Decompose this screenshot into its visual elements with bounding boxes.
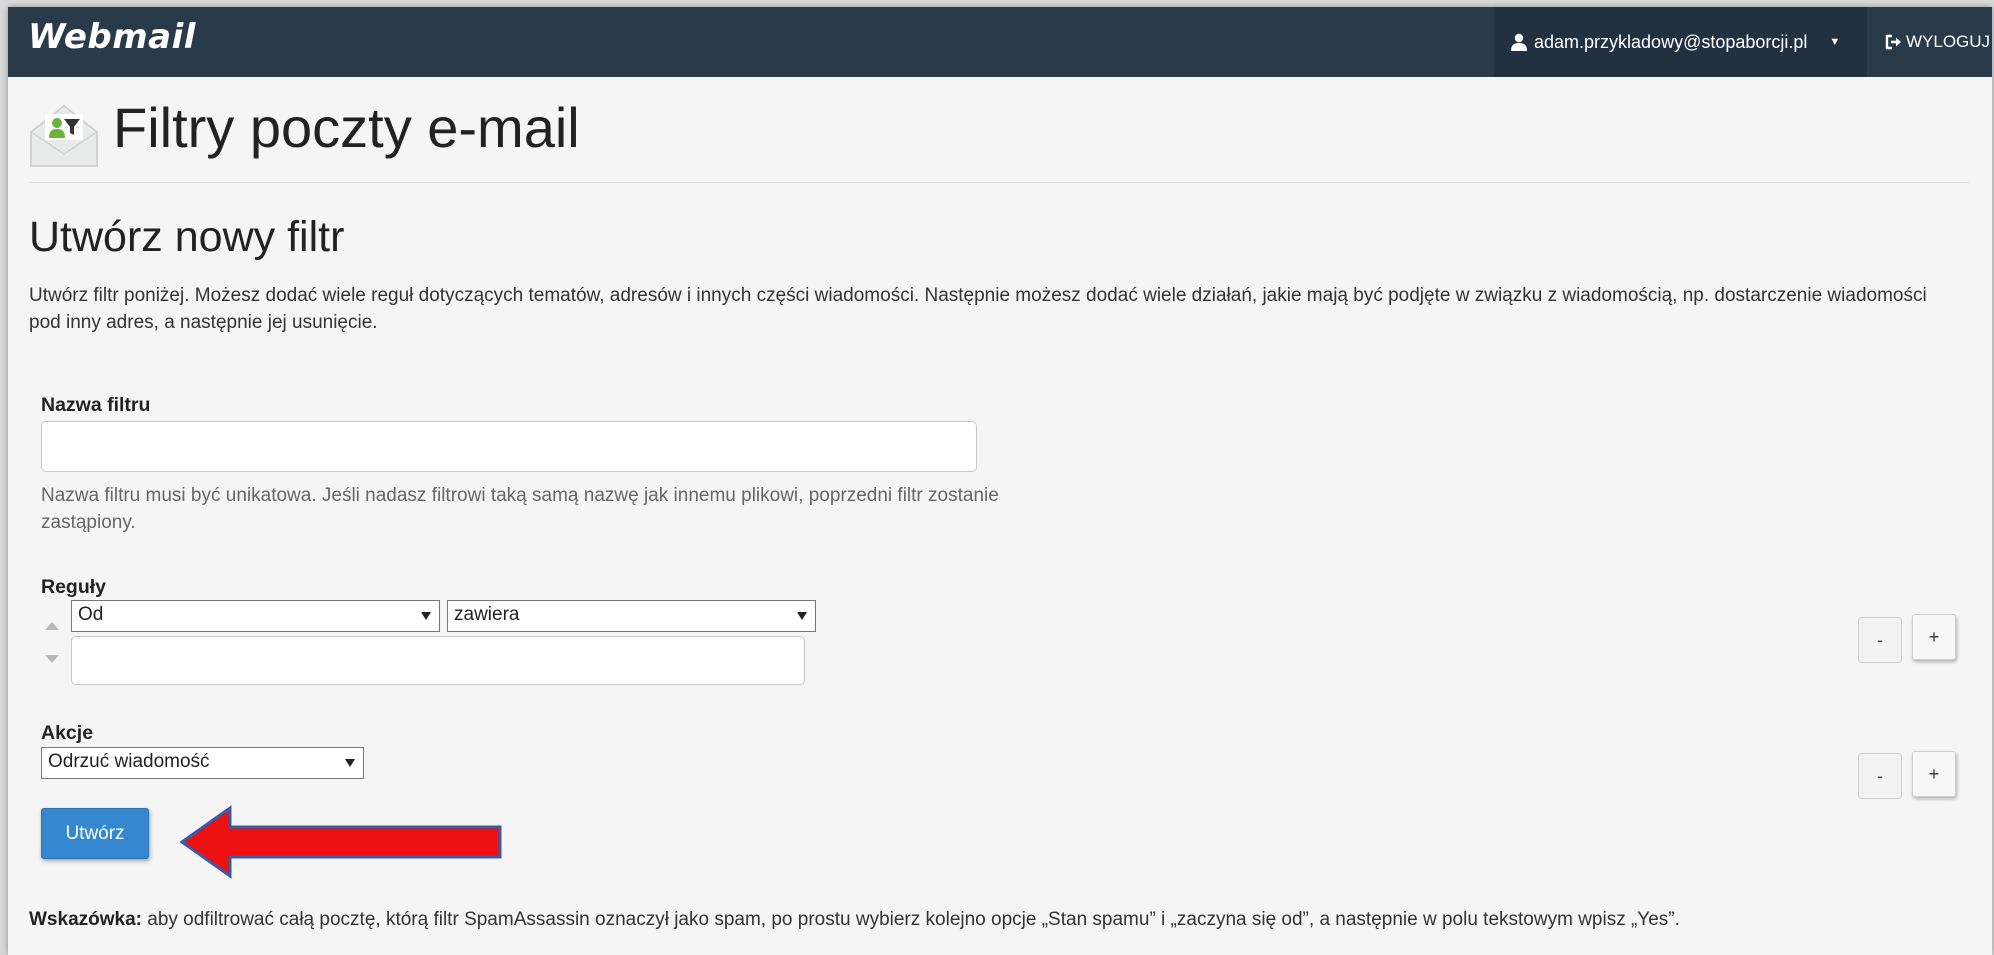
rule-operator-select[interactable]: zawiera (447, 600, 816, 632)
section-title: Utwórz nowy filtr (29, 213, 345, 261)
move-rule-up-icon[interactable] (45, 622, 59, 632)
dropdown-arrow-icon (421, 612, 431, 620)
webmail-logo[interactable]: Webmail (28, 17, 196, 57)
logout-label: WYLOGUJ (1906, 32, 1991, 51)
remove-rule-button[interactable]: - (1858, 617, 1902, 663)
dropdown-arrow-icon (345, 759, 355, 767)
red-arrow-icon (179, 805, 502, 879)
intro-text: Utwórz filtr poniżej. Możesz dodać wiele… (29, 285, 1927, 333)
create-button[interactable]: Utwórz (41, 808, 149, 859)
filter-name-help: Nazwa filtru musi być unikatowa. Jeśli n… (41, 485, 999, 533)
actions-label: Akcje (41, 722, 94, 744)
user-icon (1511, 33, 1527, 51)
sign-out-icon (1885, 34, 1901, 50)
top-navbar: Webmail adam.przykladowy@stopaborcji.pl … (8, 7, 1992, 77)
hint-text: Wskazówka: aby odfiltrować całą pocztę, … (29, 909, 1969, 931)
add-action-button[interactable]: + (1912, 751, 1956, 797)
hint-prefix: Wskazówka: (29, 909, 142, 930)
divider (29, 182, 1969, 183)
filter-name-input[interactable] (41, 421, 977, 472)
page-title: Filtry poczty e-mail (113, 96, 580, 159)
dropdown-arrow-icon (797, 612, 807, 620)
webmail-window: Webmail adam.przykladowy@stopaborcji.pl … (8, 7, 1992, 955)
add-rule-button[interactable]: + (1912, 614, 1956, 660)
rule-value-input[interactable] (71, 636, 805, 685)
mail-filter-icon (30, 105, 98, 167)
user-email: adam.przykladowy@stopaborcji.pl (1534, 31, 1808, 52)
logout-button[interactable]: WYLOGUJ (1867, 7, 1992, 77)
remove-action-button[interactable]: - (1858, 753, 1902, 799)
hint-body: aby odfiltrować całą pocztę, którą filtr… (141, 909, 1680, 930)
rule-field-value: Od (78, 604, 104, 625)
caret-down-icon: ▼ (1829, 36, 1841, 48)
move-rule-down-icon[interactable] (45, 655, 59, 665)
filter-name-label: Nazwa filtru (41, 394, 151, 416)
rules-label: Reguły (41, 576, 107, 598)
action-value: Odrzuć wiadomość (48, 751, 210, 772)
rule-field-select[interactable]: Od (71, 600, 440, 632)
user-account-menu[interactable]: adam.przykladowy@stopaborcji.pl ▼ (1494, 7, 1867, 77)
rule-operator-value: zawiera (454, 604, 520, 625)
action-select[interactable]: Odrzuć wiadomość (41, 747, 364, 779)
